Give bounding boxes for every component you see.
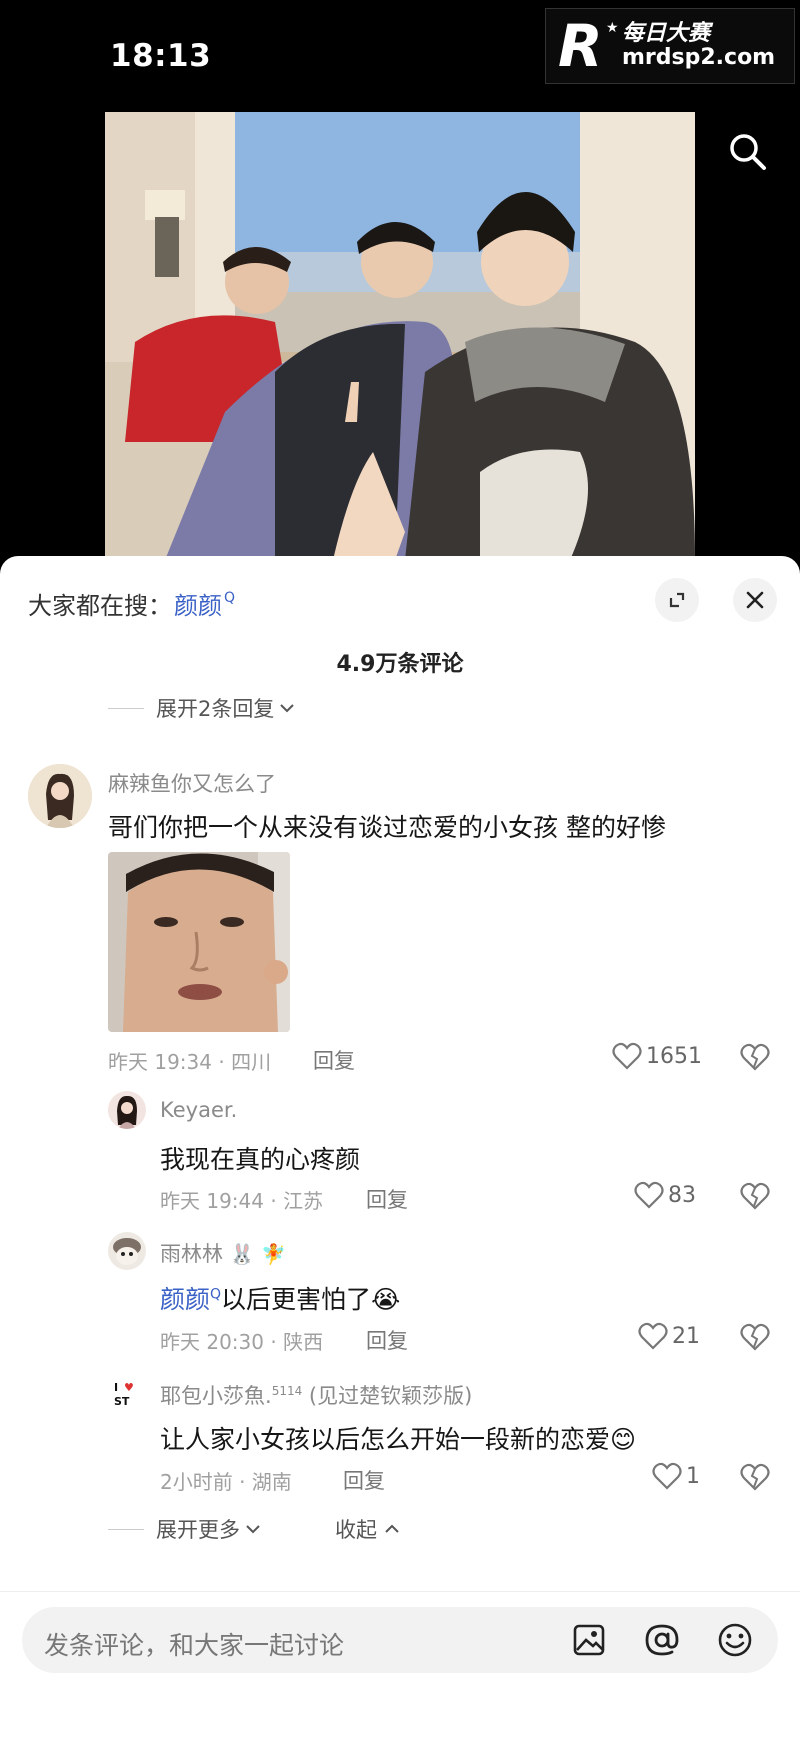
status-time: 18:13 (110, 38, 212, 74)
comments-sheet: 大家都在搜： 颜颜 Q 4.9万条评论 (0, 556, 800, 1739)
like-button[interactable]: 1 (652, 1462, 700, 1490)
reply-text: 我现在真的心疼颜 (160, 1145, 361, 1174)
comment-count: 4.9万条评论 (336, 652, 464, 677)
like-button[interactable]: 83 (634, 1181, 696, 1209)
bunny-emoji: 🐰 (229, 1242, 255, 1266)
heart-icon (634, 1181, 664, 1209)
avatar[interactable] (108, 1232, 146, 1270)
avatar[interactable] (108, 1091, 146, 1129)
search-term[interactable]: 颜颜 (174, 586, 222, 621)
like-count: 21 (672, 1323, 700, 1349)
heart-icon (638, 1322, 668, 1350)
reply-text: 颜颜Q以后更害怕了😭 (160, 1285, 401, 1314)
dislike-button[interactable] (740, 1043, 770, 1075)
close-button[interactable] (733, 578, 777, 622)
mention-q-marker: Q (210, 1286, 222, 1303)
broken-heart-icon (740, 1043, 770, 1071)
reply-username[interactable]: 耶包小莎魚.5114 (见过楚钦颖莎版) (160, 1380, 472, 1410)
reply-button[interactable]: 回复 (366, 1325, 408, 1355)
expand-button[interactable] (655, 578, 699, 622)
expand-previous-replies[interactable]: 展开2条回复 (108, 693, 296, 723)
mention-link[interactable]: 颜颜 (160, 1285, 210, 1314)
chevron-up-icon (385, 1524, 399, 1533)
chevron-down-icon (280, 704, 295, 713)
close-icon (746, 591, 764, 609)
like-count: 1651 (646, 1043, 702, 1069)
reply-meta: 2小时前 · 湖南 (160, 1470, 292, 1494)
video-photo[interactable] (105, 112, 695, 560)
comment-username[interactable]: 麻辣鱼你又怎么了 (108, 768, 276, 798)
watermark-logo: R ★ (558, 12, 619, 80)
svg-text:I: I (114, 1381, 118, 1394)
dislike-button[interactable] (740, 1323, 770, 1355)
smile-emoji: 😊 (610, 1425, 637, 1454)
heart-icon (612, 1042, 642, 1070)
svg-text:ST: ST (114, 1395, 130, 1408)
expand-previous-label: 展开2条回复 (156, 697, 275, 721)
avatar[interactable] (28, 764, 92, 828)
search-icon[interactable] (726, 130, 770, 174)
collapse-button[interactable]: 收起 (335, 1514, 401, 1544)
heart-icon (652, 1462, 682, 1490)
comment-image[interactable] (108, 852, 290, 1032)
expand-more-button[interactable]: 展开更多 (108, 1514, 262, 1544)
reply-button[interactable]: 回复 (366, 1184, 408, 1214)
like-count: 1 (686, 1463, 700, 1489)
svg-text:♥: ♥ (124, 1381, 134, 1394)
comment-meta: 昨天 19:34 · 四川 (108, 1050, 272, 1074)
comment-text: 哥们你把一个从来没有谈过恋爱的小女孩 整的好惨 (108, 813, 666, 842)
collapse-label: 收起 (335, 1518, 377, 1542)
comment-placeholder: 发条评论，和大家一起讨论 (44, 1631, 345, 1660)
comment-input-bar: 发条评论，和大家一起讨论 (0, 1591, 800, 1739)
like-count: 83 (668, 1182, 696, 1208)
search-prefix: 大家都在搜： (28, 592, 172, 620)
reply-text: 让人家小女孩以后怎么开始一段新的恋爱😊 (160, 1425, 637, 1454)
reply-meta: 昨天 19:44 · 江苏 (160, 1189, 324, 1213)
crying-emoji: 😭 (371, 1285, 401, 1314)
image-icon[interactable] (568, 1619, 610, 1661)
reply-meta: 昨天 20:30 · 陕西 (160, 1330, 324, 1354)
broken-heart-icon (740, 1323, 770, 1351)
dislike-button[interactable] (740, 1463, 770, 1495)
expand-icon (669, 592, 685, 608)
avatar[interactable]: I ♥ ST (108, 1374, 146, 1412)
dislike-button[interactable] (740, 1182, 770, 1214)
watermark-url: mrdsp2.com (622, 45, 776, 70)
search-suggestion[interactable]: 大家都在搜： 颜颜 Q (28, 586, 235, 621)
like-button[interactable]: 21 (638, 1322, 700, 1350)
reply-username[interactable]: 雨林林 🐰 🧚 (160, 1238, 286, 1268)
broken-heart-icon (740, 1463, 770, 1491)
at-mention-icon[interactable] (641, 1619, 683, 1661)
reply-button[interactable]: 回复 (313, 1045, 355, 1075)
comment-input[interactable]: 发条评论，和大家一起讨论 (22, 1607, 778, 1673)
expand-more-label: 展开更多 (156, 1518, 240, 1542)
broken-heart-icon (740, 1182, 770, 1210)
fairy-emoji: 🧚 (261, 1242, 287, 1266)
emoji-icon[interactable] (714, 1619, 756, 1661)
search-q-marker: Q (224, 589, 236, 606)
reply-username[interactable]: Keyaer. (160, 1098, 237, 1122)
reply-button[interactable]: 回复 (343, 1465, 385, 1495)
like-button[interactable]: 1651 (612, 1042, 702, 1070)
chevron-down-icon (246, 1525, 260, 1534)
watermark-title: 每日大赛 (622, 20, 711, 46)
watermark: R ★ 每日大赛 mrdsp2.com (545, 8, 795, 84)
